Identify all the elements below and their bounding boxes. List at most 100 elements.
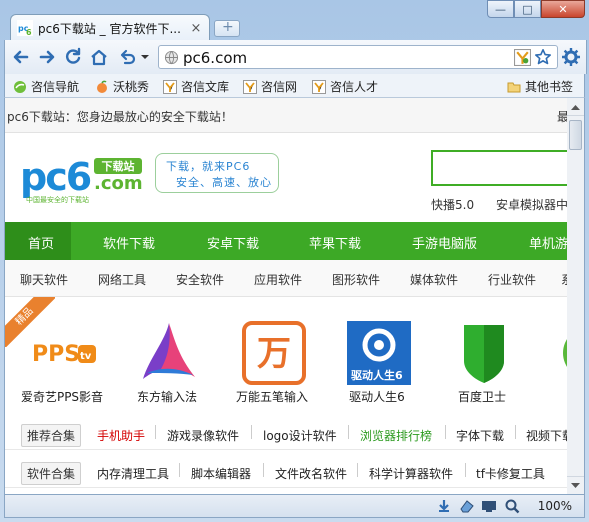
site-logo[interactable]: pc6 下载站 .com 中国最安全的下载站: [20, 150, 150, 208]
bookmark-star-icon[interactable]: [534, 48, 552, 66]
main-nav: 首页 软件下载 安卓下载 苹果下载 手游电脑版 单机游: [5, 222, 568, 260]
vertical-scrollbar[interactable]: [567, 98, 585, 494]
undo-dropdown-icon[interactable]: [139, 47, 151, 67]
nav-item-single-games[interactable]: 单机游: [529, 233, 568, 252]
collection-link[interactable]: 内存清理工具: [97, 465, 169, 482]
subnav-item[interactable]: 聊天软件: [20, 271, 68, 288]
scrollbar-thumb[interactable]: [569, 120, 582, 150]
app-name: 百度卫士: [457, 390, 506, 404]
logo-main: pc6: [20, 155, 91, 199]
address-bar[interactable]: pc6.com: [158, 45, 558, 69]
bookmark-label: 咨信文库: [181, 80, 230, 94]
collection-link[interactable]: logo设计软件: [263, 427, 337, 444]
zixin-extension-icon[interactable]: [514, 49, 531, 66]
zixin-icon: [243, 79, 257, 94]
collection-link[interactable]: 文件改名软件: [275, 465, 347, 482]
nav-item-software[interactable]: 软件下载: [103, 233, 155, 252]
settings-wrench-icon[interactable]: [561, 47, 581, 67]
hot-search-link[interactable]: 安卓模拟器中: [496, 196, 568, 213]
status-bar: 100%: [4, 494, 585, 518]
app-card[interactable]: 万 万能五笔输入: [227, 321, 317, 411]
minimize-button[interactable]: —: [487, 0, 514, 18]
subnav-item[interactable]: 图形软件: [332, 271, 380, 288]
collection-link[interactable]: 手机助手: [97, 427, 145, 444]
nav-item-android[interactable]: 安卓下载: [207, 233, 259, 252]
home-icon[interactable]: [89, 47, 109, 67]
zixin-icon: [312, 79, 326, 94]
nav-item-mobile-games-pc[interactable]: 手游电脑版: [412, 233, 477, 252]
collection-link[interactable]: 科学计算器软件: [369, 465, 453, 482]
subnav-item[interactable]: 网络工具: [98, 271, 146, 288]
bookmark-item[interactable]: 咨信人才: [312, 78, 378, 95]
bookmark-item[interactable]: 咨信导航: [13, 78, 79, 95]
app-card[interactable]: PPS tv 爱奇艺PPS影音: [17, 321, 107, 411]
tab-title: pc6下载站 _ 官方软件下...: [38, 21, 181, 36]
new-tab-button[interactable]: [214, 19, 240, 37]
app-card[interactable]: 驱动人生6 驱动人生6: [332, 321, 422, 411]
svg-text:万: 万: [257, 334, 291, 374]
bookmark-label: 咨信人才: [330, 80, 379, 94]
scroll-up-icon[interactable]: [567, 98, 584, 116]
collection-link[interactable]: 字体下载: [456, 427, 504, 444]
collection-link[interactable]: tf卡修复工具: [476, 465, 545, 482]
eraser-icon[interactable]: [459, 499, 475, 513]
globe-icon: [164, 50, 179, 65]
tab-strip: pc 6 pc6下载站 _ 官方软件下... × — □ ✕: [0, 0, 589, 41]
logo-badge: 下载站: [102, 159, 135, 173]
site-top-bar: pc6下载站：您身边最放心的安全下载站！ 最: [5, 98, 568, 133]
bookmark-item[interactable]: 沃桃秀: [95, 78, 149, 95]
subnav-item[interactable]: 行业软件: [488, 271, 536, 288]
bookmarks-bar: 咨信导航 沃桃秀 咨信文库 咨信网 咨信人才 其他书签: [4, 74, 585, 98]
recommended-collections: 推荐合集 手机助手 游戏录像软件 logo设计软件 浏览器排行榜 字体下载 视频…: [5, 419, 568, 450]
subnav-item[interactable]: 安全软件: [176, 271, 224, 288]
undo-icon[interactable]: [117, 47, 137, 67]
forward-icon[interactable]: [37, 47, 57, 67]
zoom-icon[interactable]: [505, 499, 520, 514]
collection-link[interactable]: 视频下载: [526, 427, 568, 444]
bookmark-item[interactable]: 咨信文库: [163, 78, 229, 95]
zoom-level[interactable]: 100%: [538, 499, 572, 513]
wubi-icon: 万: [242, 321, 306, 385]
row-label: 软件合集: [21, 462, 82, 485]
collection-link[interactable]: 游戏录像软件: [167, 427, 239, 444]
other-bookmarks[interactable]: 其他书签: [507, 78, 573, 95]
browser-window: pc 6 pc6下载站 _ 官方软件下... × — □ ✕: [0, 0, 589, 522]
divider: [515, 425, 516, 439]
nav-item-home[interactable]: 首页: [28, 233, 54, 252]
reload-icon[interactable]: [63, 47, 83, 67]
collection-link[interactable]: 脚本编辑器: [191, 465, 251, 482]
svg-text:tv: tv: [80, 351, 92, 362]
app-card[interactable]: 百度卫士: [437, 321, 527, 411]
bookmark-label: 咨信导航: [31, 80, 80, 94]
close-window-button[interactable]: ✕: [541, 0, 585, 18]
hot-search-link[interactable]: 快播5.0: [431, 196, 474, 213]
app-card[interactable]: 运: [542, 321, 568, 411]
nav-item-apple[interactable]: 苹果下载: [309, 233, 361, 252]
featured-apps: PPS tv 爱奇艺PPS影音 东方输入法 万 万能五笔输入 驱动人生6 驱动人…: [5, 297, 568, 412]
collection-link[interactable]: 浏览器排行榜: [360, 427, 432, 444]
divider: [348, 425, 349, 439]
app-name: 运: [532, 388, 568, 405]
page-content: pc6下载站：您身边最放心的安全下载站！ 最 pc6 下载站 .com 中国最安…: [4, 98, 568, 494]
app-card[interactable]: 东方输入法: [122, 321, 212, 411]
driver-icon: 驱动人生6: [347, 321, 411, 385]
maximize-button[interactable]: □: [514, 0, 541, 18]
browser-tab[interactable]: pc 6 pc6下载站 _ 官方软件下... ×: [10, 14, 210, 41]
back-icon[interactable]: [11, 47, 31, 67]
url-text[interactable]: pc6.com: [183, 49, 247, 67]
subnav-item[interactable]: 应用软件: [254, 271, 302, 288]
row-label: 推荐合集: [21, 424, 82, 447]
download-icon[interactable]: [437, 499, 451, 513]
tab-close-icon[interactable]: ×: [189, 21, 203, 36]
svg-text:6: 6: [26, 28, 32, 36]
site-search-input[interactable]: [431, 150, 568, 186]
subnav-item[interactable]: 媒体软件: [410, 271, 458, 288]
dongfang-icon: [143, 323, 195, 379]
scroll-down-icon[interactable]: [567, 476, 584, 494]
zixin-icon: [163, 79, 177, 94]
bookmark-item[interactable]: 咨信网: [243, 78, 297, 95]
screen-icon[interactable]: [481, 500, 497, 512]
folder-icon: [507, 82, 521, 92]
svg-text:驱动人生6: 驱动人生6: [351, 368, 403, 382]
pps-icon: PPS tv: [32, 342, 96, 367]
